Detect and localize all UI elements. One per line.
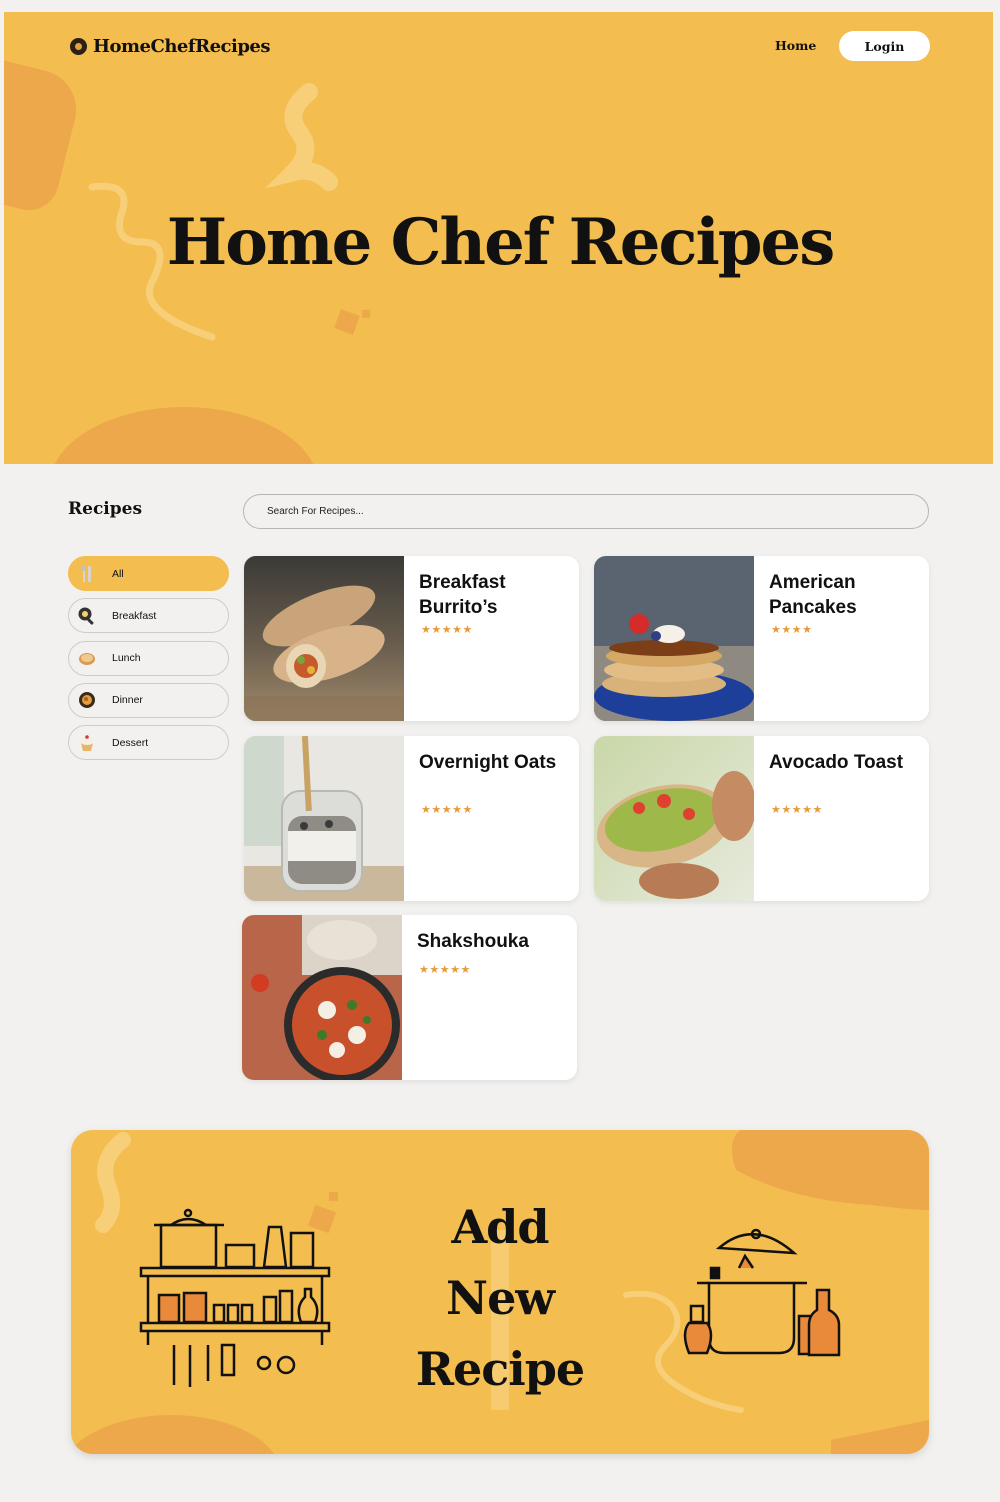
rating-stars: ★★★★★ (421, 624, 473, 636)
title-word: Recipe (415, 1342, 585, 1396)
recipe-title: Shakshouka (417, 931, 529, 952)
frying-pan-icon (77, 606, 97, 626)
recipe-image (594, 736, 754, 901)
utensils-icon (77, 564, 97, 584)
title-word: New (446, 1271, 555, 1325)
recipe-card-shakshouka[interactable]: Shakshouka ★★★★★ (242, 915, 577, 1080)
recipe-title: Overnight Oats (419, 752, 557, 773)
rating-stars: ★★★★★ (419, 964, 471, 976)
category-label: Lunch (112, 652, 141, 665)
title-word: Add (451, 1200, 549, 1254)
nav-home-link[interactable]: Home (775, 38, 816, 53)
category-all[interactable]: All (68, 556, 229, 591)
category-label: All (112, 567, 124, 580)
category-dessert[interactable]: Dessert (68, 725, 229, 761)
rating-stars: ★★★★★ (421, 804, 473, 816)
category-lunch[interactable]: Lunch (68, 640, 229, 676)
rating-stars: ★★★★★ (771, 804, 823, 816)
cupcake-icon (77, 733, 97, 753)
category-breakfast[interactable]: Breakfast (68, 598, 229, 634)
add-new-recipe-banner[interactable]: Add New Recipe (71, 1130, 929, 1454)
search-input[interactable] (243, 494, 929, 529)
bread-icon (77, 648, 97, 668)
top-nav: HomeChefRecipes Home Login (0, 0, 1000, 90)
recipe-card-avocado-toast[interactable]: Avocado Toast ★★★★★ (594, 736, 929, 901)
category-label: Dinner (112, 694, 143, 707)
recipe-card-breakfast-burritos[interactable]: Breakfast Burrito’s ★★★★★ (244, 556, 579, 721)
logo-text: HomeChefRecipes (93, 36, 271, 57)
logo-icon (70, 38, 87, 55)
add-new-recipe-title: Add New Recipe (71, 1192, 929, 1405)
hero-title: Home Chef Recipes (166, 205, 836, 280)
recipe-title: Avocado Toast (769, 752, 904, 773)
dinner-plate-icon (77, 690, 97, 710)
rating-stars: ★★★★ (771, 624, 813, 636)
site-logo[interactable]: HomeChefRecipes (70, 36, 271, 57)
recipe-image (594, 556, 754, 721)
recipe-card-overnight-oats[interactable]: Overnight Oats ★★★★★ (244, 736, 579, 901)
recipe-card-american-pancakes[interactable]: American Pancakes ★★★★ (594, 556, 929, 721)
recipe-image (244, 736, 404, 901)
recipes-section-title: Recipes (68, 499, 143, 519)
category-dinner[interactable]: Dinner (68, 682, 229, 718)
recipe-image (244, 556, 404, 721)
category-label: Breakfast (112, 609, 157, 622)
recipe-title: American Pancakes (769, 572, 857, 618)
category-list: All Breakfast Lunch Dinner Dessert (68, 556, 229, 767)
recipe-image (242, 915, 402, 1080)
login-button[interactable]: Login (839, 31, 930, 61)
category-label: Dessert (112, 736, 149, 749)
recipe-title: Breakfast Burrito’s (419, 572, 506, 618)
